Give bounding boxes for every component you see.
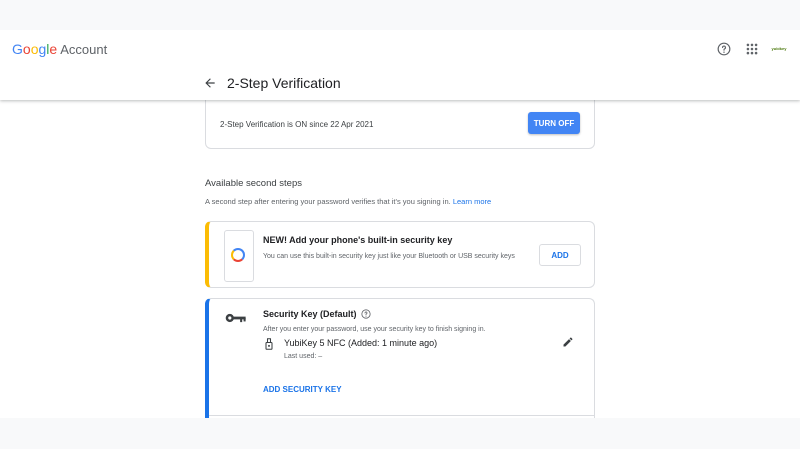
apps-grid-icon[interactable]	[745, 42, 759, 56]
page-title: 2-Step Verification	[227, 75, 341, 91]
app-header: Google Account yubikey 2-Step Verificatio…	[0, 30, 800, 100]
phone-illustration	[224, 230, 254, 282]
add-security-key-button[interactable]: ADD SECURITY KEY	[263, 385, 342, 394]
turn-off-button[interactable]: TURN OFF	[528, 112, 580, 134]
security-key-default-label: (Default)	[320, 309, 357, 319]
help-circle-icon[interactable]	[361, 309, 371, 319]
account-label: Account	[60, 42, 108, 57]
status-text: 2-Step Verification is ON since 22 Apr 2…	[220, 120, 374, 129]
key-icon	[225, 313, 246, 323]
security-key-title: Security Key (Default)	[263, 309, 357, 319]
avatar-text: yubikey	[771, 45, 787, 51]
arrow-back-icon[interactable]	[203, 76, 217, 90]
learn-more-link[interactable]: Learn more	[453, 197, 491, 206]
available-steps-description: A second step after entering your passwo…	[205, 197, 491, 206]
security-key-card: Security Key (Default) After you enter y…	[205, 298, 595, 418]
phone-security-key-card: NEW! Add your phone's built-in security …	[205, 221, 595, 288]
security-key-device-name: YubiKey 5 NFC (Added: 1 minute ago)	[284, 338, 438, 348]
divider	[209, 415, 594, 416]
available-steps-text: A second step after entering your passwo…	[205, 197, 451, 206]
pencil-icon[interactable]	[562, 336, 574, 348]
help-circle-icon[interactable]	[717, 42, 731, 56]
google-account-logo[interactable]: Google Account	[12, 41, 107, 57]
security-key-description: After you enter your password, use your …	[263, 326, 486, 333]
usb-key-icon	[265, 338, 273, 350]
security-key-title-bold: Security Key	[263, 309, 318, 319]
add-phone-key-button[interactable]: ADD	[539, 244, 581, 266]
phone-key-icon	[231, 248, 245, 262]
google-wordmark: Google	[12, 41, 58, 57]
account-avatar[interactable]: yubikey	[770, 42, 788, 54]
phone-key-title: NEW! Add your phone's built-in security …	[263, 235, 453, 245]
security-key-last-used: Last used: –	[284, 353, 323, 360]
status-card: 2-Step Verification is ON since 22 Apr 2…	[205, 99, 595, 149]
phone-key-description: You can use this built-in security key j…	[263, 253, 515, 260]
page-container: Google Account yubikey 2-Step Verificatio…	[0, 30, 800, 418]
available-steps-title: Available second steps	[205, 178, 302, 189]
